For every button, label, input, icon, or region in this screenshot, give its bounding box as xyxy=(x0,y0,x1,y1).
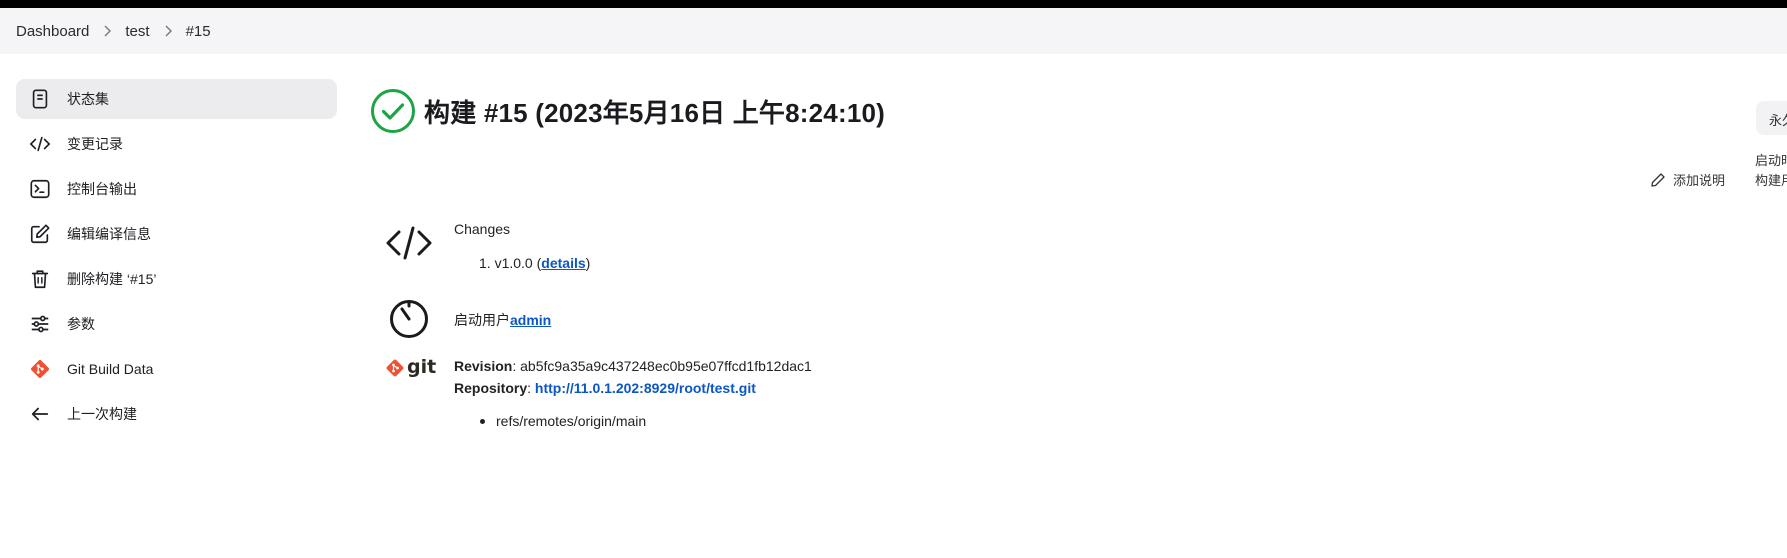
list-item: refs/remotes/origin/main xyxy=(479,410,812,432)
add-description-button[interactable]: 添加说明 xyxy=(1650,170,1725,189)
sidebar-item-label: 编辑编译信息 xyxy=(67,226,151,242)
repository-label: Repository xyxy=(454,380,528,396)
breadcrumb-test[interactable]: test xyxy=(125,23,149,40)
page-title: 构建 #15 (2023年5月16日 上午8:24:10) xyxy=(424,97,886,128)
success-check-icon xyxy=(370,88,416,134)
build-header: 构建 #15 (2023年5月16日 上午8:24:10) xyxy=(370,88,885,134)
started-time-label: 启动时 xyxy=(1755,153,1787,168)
sidebar-item-label: 参数 xyxy=(67,316,95,332)
timer-icon xyxy=(384,295,434,341)
revision-value: ab5fc9a35a9c437248ec0b95e07ffcd1fb12dac1 xyxy=(520,358,812,374)
change-details-link[interactable]: details xyxy=(541,255,585,271)
sidebar-item-label: 状态集 xyxy=(67,91,109,107)
sidebar-item-parameters[interactable]: 参数 xyxy=(16,304,337,344)
sidebar-item-status[interactable]: 状态集 xyxy=(16,79,337,119)
chevron-right-icon xyxy=(89,25,125,37)
add-description-label: 添加说明 xyxy=(1673,173,1726,188)
started-by-user-link[interactable]: admin xyxy=(510,312,551,328)
top-bar xyxy=(0,0,1787,8)
sidebar: 状态集 变更记录 控制台输出 编辑编译信息 删除构建 ‘#15’ 参数 Git … xyxy=(16,79,337,439)
sidebar-item-edit-info[interactable]: 编辑编译信息 xyxy=(16,214,337,254)
sliders-icon xyxy=(28,312,52,336)
edit-icon xyxy=(28,222,52,246)
change-item-version: v1.0.0 xyxy=(494,255,533,271)
breadcrumb: Dashboard test #15 xyxy=(0,8,1787,54)
breadcrumb-dashboard[interactable]: Dashboard xyxy=(16,23,89,40)
git-logo-text: git xyxy=(407,356,436,378)
breadcrumb-build-15[interactable]: #15 xyxy=(186,23,211,40)
trash-icon xyxy=(28,267,52,291)
revision-label: Revision xyxy=(454,358,513,374)
branch-name: refs/remotes/origin/main xyxy=(496,413,647,429)
terminal-icon xyxy=(28,177,52,201)
git-repository-row: Repository: http://11.0.1.202:8929/root/… xyxy=(454,380,756,396)
build-duration-label: 构建用 xyxy=(1755,173,1787,188)
git-logo-icon xyxy=(28,357,52,381)
chevron-right-icon xyxy=(150,25,186,37)
sidebar-item-label: 控制台输出 xyxy=(67,181,137,197)
list-item: 1. v1.0.0 (details) xyxy=(479,255,591,271)
sidebar-item-console[interactable]: 控制台输出 xyxy=(16,169,337,209)
arrow-left-icon xyxy=(28,402,52,426)
repository-link[interactable]: http://11.0.1.202:8929/root/test.git xyxy=(535,380,756,396)
sidebar-item-previous-build[interactable]: 上一次构建 xyxy=(16,394,337,434)
sidebar-item-label: 变更记录 xyxy=(67,136,123,152)
started-by-prefix: 启动用户 xyxy=(454,312,510,328)
sidebar-item-git-build-data[interactable]: Git Build Data xyxy=(16,349,337,389)
bullet-icon xyxy=(480,418,485,424)
sidebar-item-label: 删除构建 ‘#15’ xyxy=(67,271,157,287)
sidebar-item-label: 上一次构建 xyxy=(67,406,137,422)
sidebar-item-delete-build[interactable]: 删除构建 ‘#15’ xyxy=(16,259,337,299)
keep-forever-button[interactable]: 永久 xyxy=(1756,101,1787,135)
changes-title: Changes xyxy=(454,221,511,237)
keep-forever-label: 永久 xyxy=(1769,113,1787,128)
pencil-icon xyxy=(1651,172,1665,187)
code-icon xyxy=(28,132,52,156)
document-icon xyxy=(28,87,52,111)
git-revision-row: Revision: ab5fc9a35a9c437248ec0b95e07ffc… xyxy=(454,358,812,374)
sidebar-item-changes[interactable]: 变更记录 xyxy=(16,124,337,164)
code-icon xyxy=(384,220,434,266)
git-logo-icon: git xyxy=(384,355,436,381)
change-item-number: 1. xyxy=(479,255,491,271)
build-meta: 启动时 构建用 xyxy=(1755,151,1787,191)
sidebar-item-label: Git Build Data xyxy=(67,361,154,377)
